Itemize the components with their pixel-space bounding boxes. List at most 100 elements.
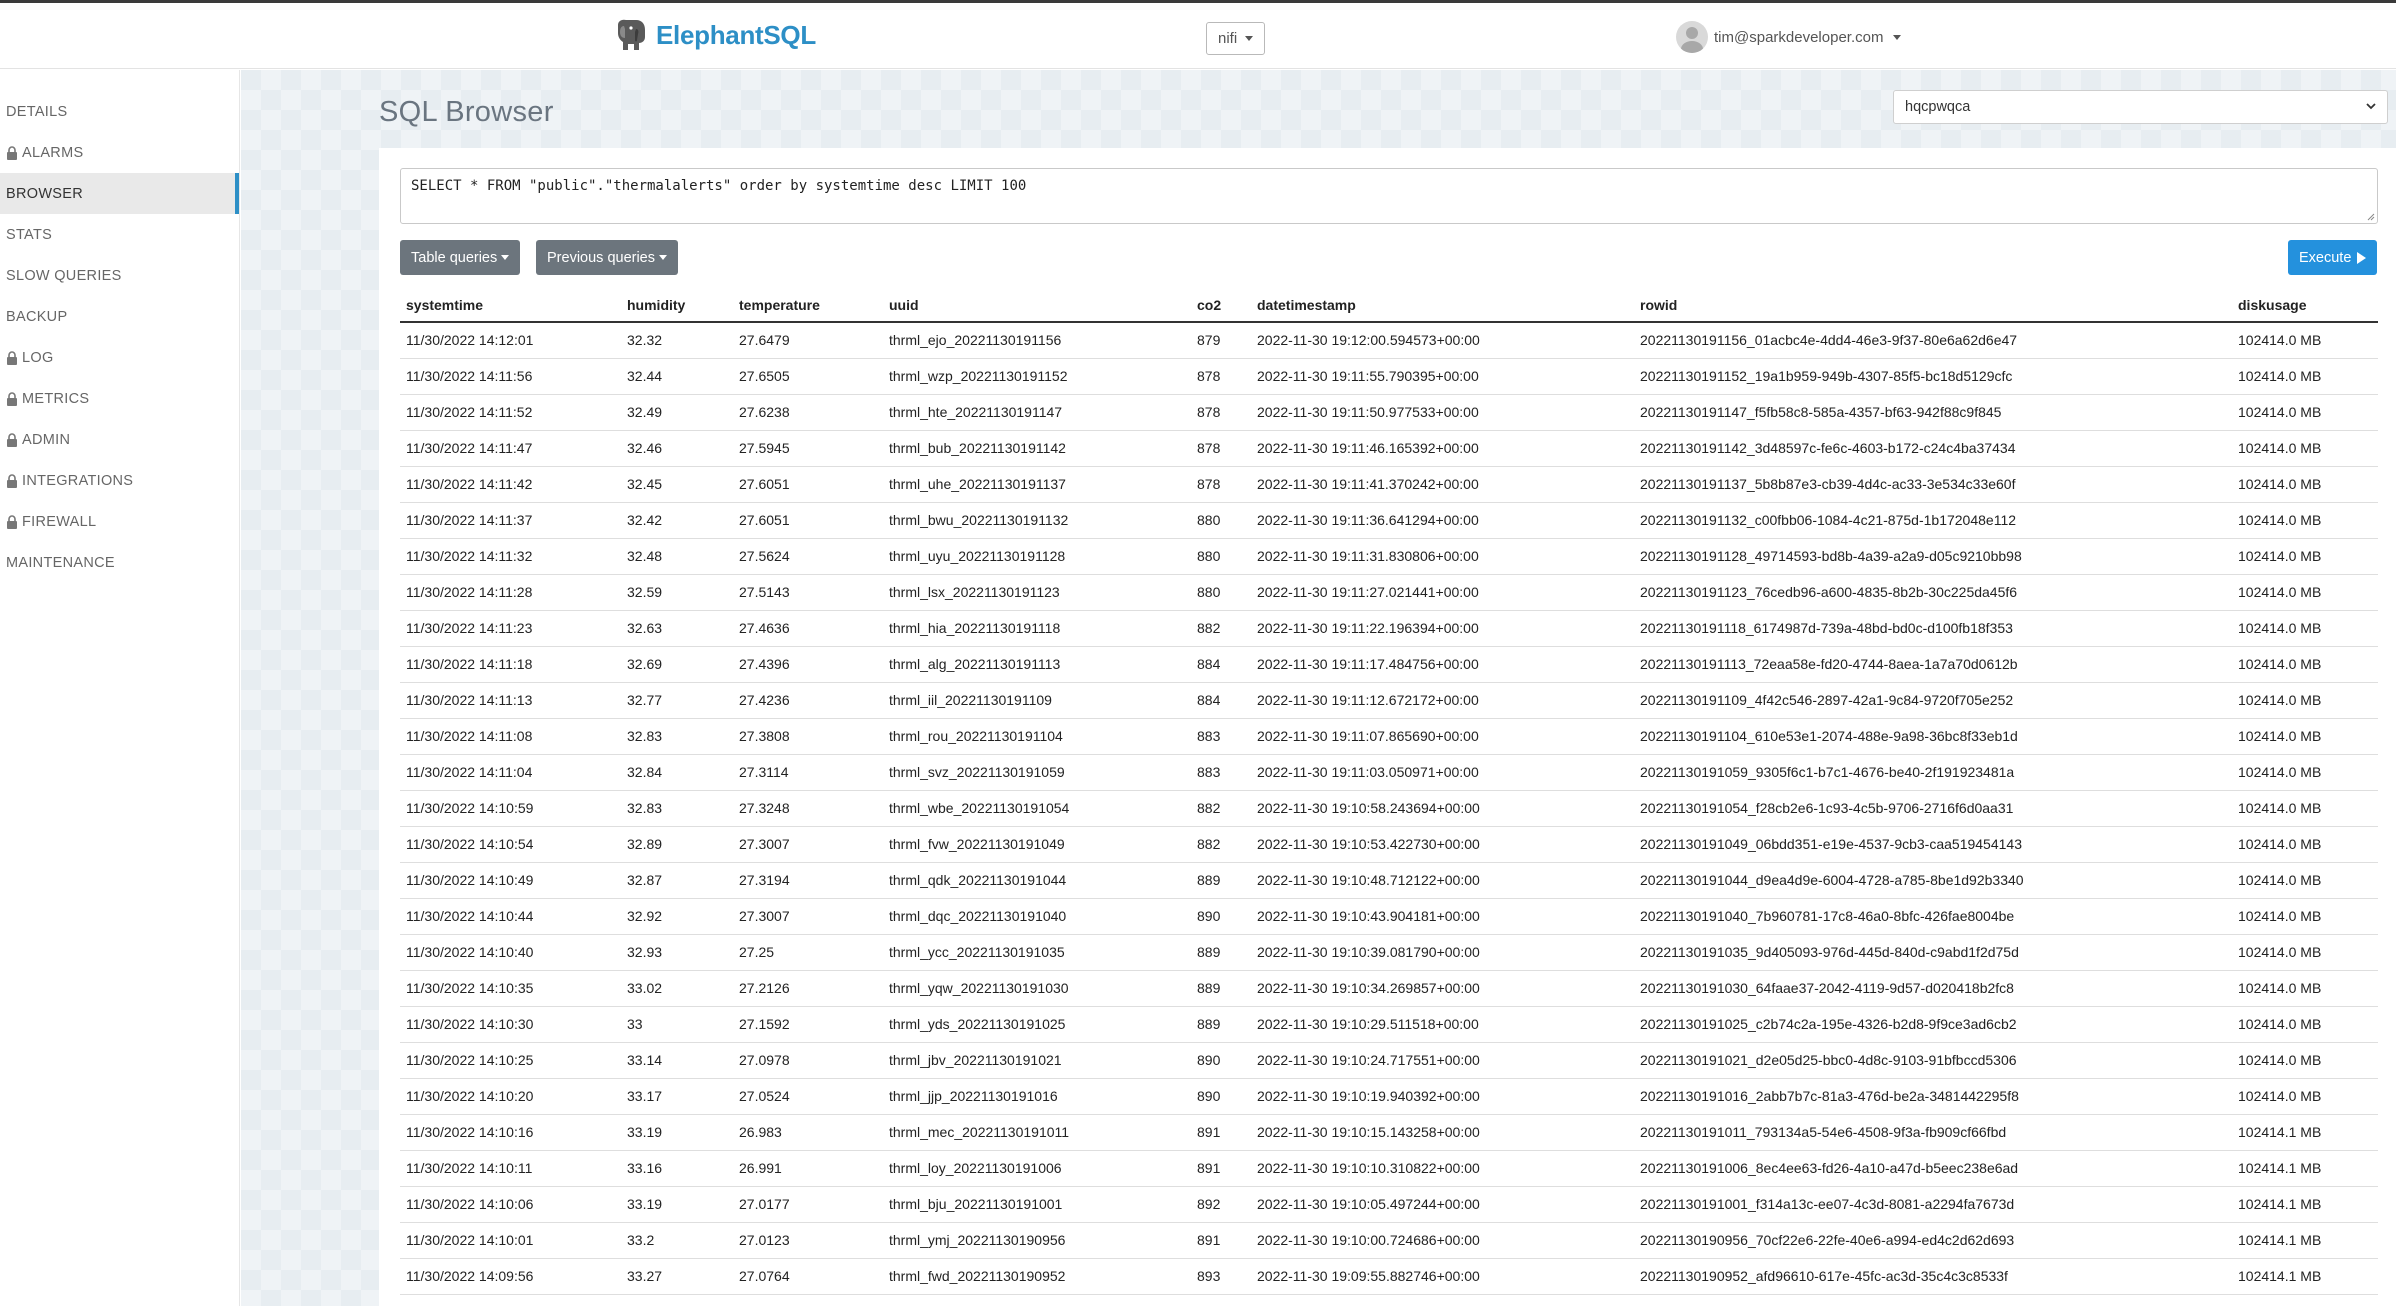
column-header-humidity[interactable]: humidity [621, 288, 733, 323]
cell-uuid: thrml_svz_20221130191059 [883, 754, 1191, 791]
column-header-diskusage[interactable]: diskusage [2232, 288, 2378, 323]
cell-diskusage: 102414.0 MB [2232, 322, 2378, 359]
sidebar-item-label: BROWSER [6, 185, 84, 202]
cell-datetimestamp: 2022-11-30 19:10:53.422730+00:00 [1251, 826, 1634, 863]
sidebar-item-browser[interactable]: BROWSER [0, 173, 239, 214]
sidebar-item-stats[interactable]: STATS [0, 214, 239, 255]
instance-dropdown[interactable]: nifi [1206, 22, 1266, 55]
table-header-row: systemtime humidity temperature uuid co2 date… [400, 288, 2378, 323]
column-header-temperature[interactable]: temperature [733, 288, 883, 323]
cell-diskusage: 102414.0 MB [2232, 754, 2378, 791]
cell-humidity: 33.14 [621, 1042, 733, 1079]
sidebar-item-maintenance[interactable]: MAINTENANCE [0, 542, 239, 583]
resize-handle-icon[interactable] [2365, 211, 2375, 221]
table-row: 11/30/2022 14:11:08 32.83 27.3808 thrml_rou… [400, 718, 2378, 755]
cell-temperature: 27.6479 [733, 322, 883, 359]
database-select[interactable]: hqcpwqca [1893, 90, 2388, 124]
cell-datetimestamp: 2022-11-30 19:10:15.143258+00:00 [1251, 1114, 1634, 1151]
cell-uuid: thrml_fwd_20221130190952 [883, 1258, 1191, 1295]
cell-datetimestamp: 2022-11-30 19:11:36.641294+00:00 [1251, 502, 1634, 539]
sidebar-item-alarms[interactable]: ALARMS [0, 132, 239, 173]
table-row: 11/30/2022 14:10:25 33.14 27.0978 thrml_jbv… [400, 1042, 2378, 1079]
cell-co2: 880 [1191, 574, 1251, 611]
cell-rowid: 20221130191128_49714593-bd8b-4a39-a2a9-d… [1634, 538, 2232, 575]
cell-uuid: thrml_wzp_20221130191152 [883, 358, 1191, 395]
instance-name: nifi [1218, 30, 1238, 47]
cell-datetimestamp: 2022-11-30 19:10:10.310822+00:00 [1251, 1150, 1634, 1187]
cell-datetimestamp: 2022-11-30 19:11:17.484756+00:00 [1251, 646, 1634, 683]
column-header-rowid[interactable]: rowid [1634, 288, 2232, 323]
cell-diskusage: 102414.0 MB [2232, 970, 2378, 1007]
cell-humidity: 32.45 [621, 466, 733, 503]
cell-uuid: thrml_jbv_20221130191021 [883, 1042, 1191, 1079]
cell-systemtime: 11/30/2022 14:10:25 [400, 1042, 621, 1079]
cell-uuid: thrml_ejo_20221130191156 [883, 322, 1191, 359]
cell-temperature: 27.3007 [733, 898, 883, 935]
cell-co2: 890 [1191, 1078, 1251, 1115]
brand-logo[interactable]: ElephantSQL [612, 17, 816, 53]
table-row: 11/30/2022 14:11:32 32.48 27.5624 thrml_uyu… [400, 538, 2378, 575]
previous-queries-button[interactable]: Previous queries [536, 240, 678, 275]
cell-temperature: 27.25 [733, 934, 883, 971]
cell-rowid: 20221130191035_9d405093-976d-445d-840d-c… [1634, 934, 2232, 971]
table-row: 11/30/2022 14:11:28 32.59 27.5143 thrml_lsx… [400, 574, 2378, 611]
caret-down-icon [659, 255, 667, 260]
cell-datetimestamp: 2022-11-30 19:11:55.790395+00:00 [1251, 358, 1634, 395]
caret-down-icon [1893, 34, 1902, 40]
user-menu[interactable]: tim@sparkdeveloper.com [1676, 21, 1902, 53]
cell-temperature: 27.3007 [733, 826, 883, 863]
table-row: 11/30/2022 14:09:56 33.27 27.0764 thrml_fwd… [400, 1258, 2378, 1295]
sidebar-item-backup[interactable]: BACKUP [0, 296, 239, 337]
cell-rowid: 20221130191016_2abb7b7c-81a3-476d-be2a-3… [1634, 1078, 2232, 1115]
sidebar-item-details[interactable]: DETAILS [0, 91, 239, 132]
sidebar-item-integrations[interactable]: INTEGRATIONS [0, 460, 239, 501]
cell-rowid: 20221130191132_c00fbb06-1084-4c21-875d-1… [1634, 502, 2232, 539]
cell-datetimestamp: 2022-11-30 19:10:19.940392+00:00 [1251, 1078, 1634, 1115]
cell-temperature: 27.6505 [733, 358, 883, 395]
table-row: 11/30/2022 14:10:40 32.93 27.25 thrml_ycc_2… [400, 934, 2378, 971]
execute-button[interactable]: Execute [2288, 240, 2378, 275]
cell-uuid: thrml_yqw_20221130191030 [883, 970, 1191, 1007]
cell-rowid: 20221130191118_6174987d-739a-48bd-bd0c-d… [1634, 610, 2232, 647]
cell-systemtime: 11/30/2022 14:10:54 [400, 826, 621, 863]
cell-uuid: thrml_mec_20221130191011 [883, 1114, 1191, 1151]
cell-humidity: 32.46 [621, 430, 733, 467]
sql-query-input[interactable]: SELECT * FROM "public"."thermalalerts" o… [400, 168, 2378, 224]
cell-systemtime: 11/30/2022 14:11:32 [400, 538, 621, 575]
table-queries-button[interactable]: Table queries [400, 240, 521, 275]
sidebar-item-slow-queries[interactable]: SLOW QUERIES [0, 255, 239, 296]
cell-co2: 891 [1191, 1150, 1251, 1187]
sidebar-item-firewall[interactable]: FIREWALL [0, 501, 239, 542]
sidebar-item-metrics[interactable]: METRICS [0, 378, 239, 419]
cell-rowid: 20221130191040_7b960781-17c8-46a0-8bfc-4… [1634, 898, 2232, 935]
cell-systemtime: 11/30/2022 14:12:01 [400, 322, 621, 359]
cell-co2: 884 [1191, 682, 1251, 719]
sidebar-item-label: INTEGRATIONS [22, 472, 134, 489]
column-header-datetimestamp[interactable]: datetimestamp [1251, 288, 1634, 323]
cell-co2: 878 [1191, 430, 1251, 467]
table-row: 11/30/2022 14:11:37 32.42 27.6051 thrml_bwu… [400, 502, 2378, 539]
sidebar: DETAILS ALARMS BROWSER STATS SLOW QUERIE… [0, 70, 240, 1306]
cell-temperature: 27.5945 [733, 430, 883, 467]
previous-queries-label: Previous queries [547, 249, 655, 266]
sidebar-item-log[interactable]: LOG [0, 337, 239, 378]
top-header: ElephantSQL nifi tim@sparkdeveloper.com [0, 3, 2396, 69]
column-header-co2[interactable]: co2 [1191, 288, 1251, 323]
cell-datetimestamp: 2022-11-30 19:11:03.050971+00:00 [1251, 754, 1634, 791]
cell-uuid: thrml_wbe_20221130191054 [883, 790, 1191, 827]
cell-rowid: 20221130191113_72eaa58e-fd20-4744-8aea-1… [1634, 646, 2232, 683]
sidebar-item-label: ADMIN [22, 431, 71, 448]
cell-rowid: 20221130191104_610e53e1-2074-488e-9a98-3… [1634, 718, 2232, 755]
column-header-systemtime[interactable]: systemtime [400, 288, 621, 323]
cell-uuid: thrml_bub_20221130191142 [883, 430, 1191, 467]
cell-uuid: thrml_lsx_20221130191123 [883, 574, 1191, 611]
cell-co2: 883 [1191, 754, 1251, 791]
cell-rowid: 20221130191147_f5fb58c8-585a-4357-bf63-9… [1634, 394, 2232, 431]
cell-temperature: 27.0978 [733, 1042, 883, 1079]
query-panel: SELECT * FROM "public"."thermalalerts" o… [379, 148, 2396, 1306]
cell-temperature: 27.0764 [733, 1258, 883, 1295]
lock-icon [7, 432, 17, 447]
sidebar-item-admin[interactable]: ADMIN [0, 419, 239, 460]
table-row: 11/30/2022 14:10:35 33.02 27.2126 thrml_yqw… [400, 970, 2378, 1007]
column-header-uuid[interactable]: uuid [883, 288, 1191, 323]
